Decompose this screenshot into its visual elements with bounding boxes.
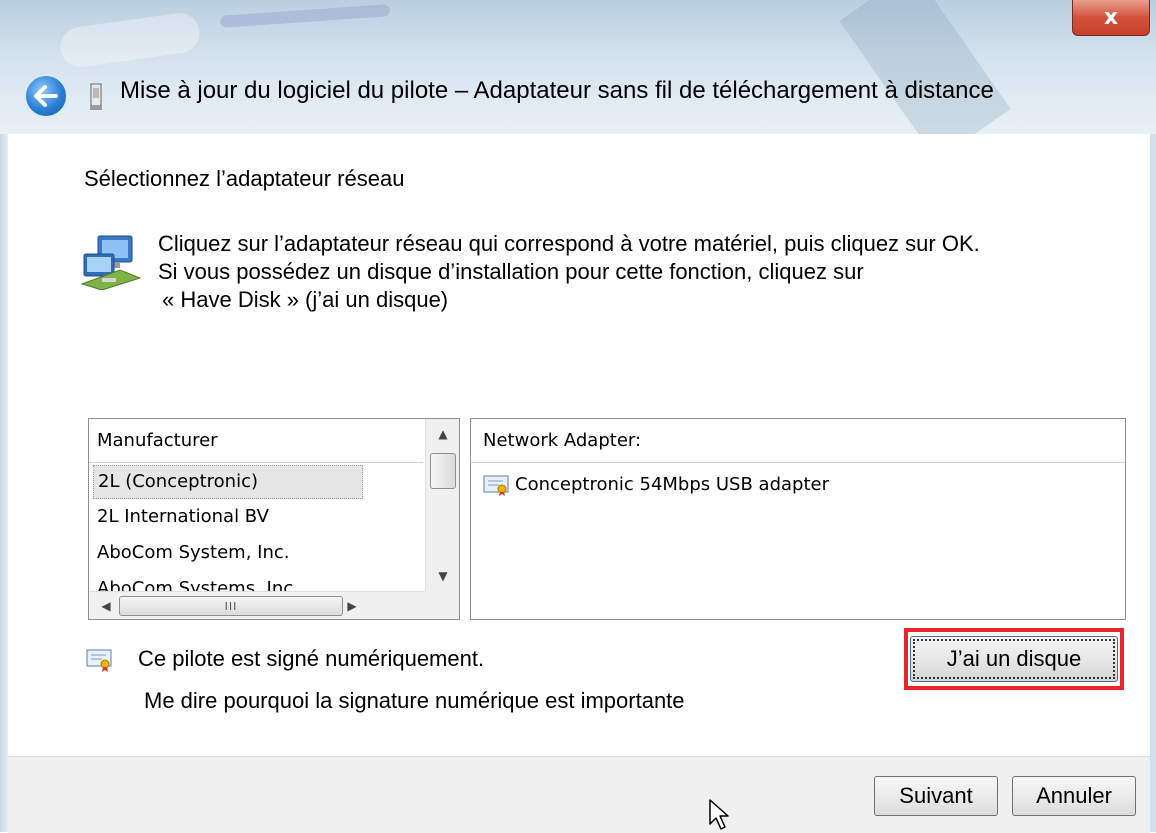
instruction-line: « Have Disk » (j’ai un disque) xyxy=(162,287,449,312)
scroll-thumb[interactable]: III xyxy=(119,596,343,616)
list-item[interactable]: 2L International BV xyxy=(89,499,423,535)
list-item[interactable]: 2L (Conceptronic) xyxy=(93,465,363,499)
back-button[interactable] xyxy=(24,74,68,118)
scroll-thumb[interactable] xyxy=(430,453,456,489)
cancel-button[interactable]: Annuler xyxy=(1012,776,1136,816)
window-frame-right xyxy=(1150,134,1156,832)
scroll-right-icon[interactable]: ▶ xyxy=(339,592,365,619)
certificate-icon xyxy=(483,475,509,496)
certificate-icon xyxy=(86,649,112,672)
list-item[interactable]: Conceptronic 54Mbps USB adapter xyxy=(483,469,829,501)
network-adapter-icon xyxy=(80,235,142,290)
page-heading: Sélectionnez l’adaptateur réseau xyxy=(84,166,405,191)
manufacturer-column-header[interactable]: Manufacturer xyxy=(89,419,423,463)
scroll-up-icon[interactable]: ▲ xyxy=(426,419,459,449)
scroll-down-icon[interactable]: ▼ xyxy=(426,561,459,591)
back-arrow-icon xyxy=(34,85,58,107)
window-frame-left xyxy=(0,134,8,832)
manufacturer-list[interactable]: Manufacturer 2L (Conceptronic) 2L Intern… xyxy=(88,418,460,620)
adapter-column-header[interactable]: Network Adapter: xyxy=(471,419,1125,463)
usb-device-icon xyxy=(90,83,102,110)
list-item[interactable]: AboCom System, Inc. xyxy=(89,535,423,571)
next-button[interactable]: Suivant xyxy=(874,776,998,816)
close-icon: x xyxy=(1103,5,1119,30)
title-decoration xyxy=(57,10,203,70)
window-title: Mise à jour du logiciel du pilote – Adap… xyxy=(120,77,994,104)
signature-status: Ce pilote est signé numériquement. xyxy=(138,646,485,671)
adapter-name: Conceptronic 54Mbps USB adapter xyxy=(515,474,829,495)
vertical-scrollbar[interactable]: ▲ ▼ xyxy=(425,419,459,591)
scroll-left-icon[interactable]: ◀ xyxy=(93,592,119,619)
instruction-line: Si vous possédez un disque d’installatio… xyxy=(158,259,864,284)
signature-info-link[interactable]: Me dire pourquoi la signature numérique … xyxy=(144,688,685,714)
scroll-corner xyxy=(425,591,459,619)
have-disk-button[interactable]: J’ai un disque xyxy=(910,636,1118,682)
title-decoration xyxy=(839,0,1011,134)
title-decoration xyxy=(219,4,391,28)
instruction-line: Cliquez sur l’adaptateur réseau qui corr… xyxy=(158,231,980,256)
horizontal-scrollbar[interactable]: ◀ III ▶ xyxy=(89,591,459,619)
instructions: Cliquez sur l’adaptateur réseau qui corr… xyxy=(158,230,980,314)
mouse-pointer-icon xyxy=(709,799,729,830)
close-button[interactable]: x xyxy=(1072,0,1150,36)
network-adapter-list[interactable]: Network Adapter: Conceptronic 54Mbps USB… xyxy=(470,418,1126,620)
title-bar xyxy=(0,0,1156,134)
